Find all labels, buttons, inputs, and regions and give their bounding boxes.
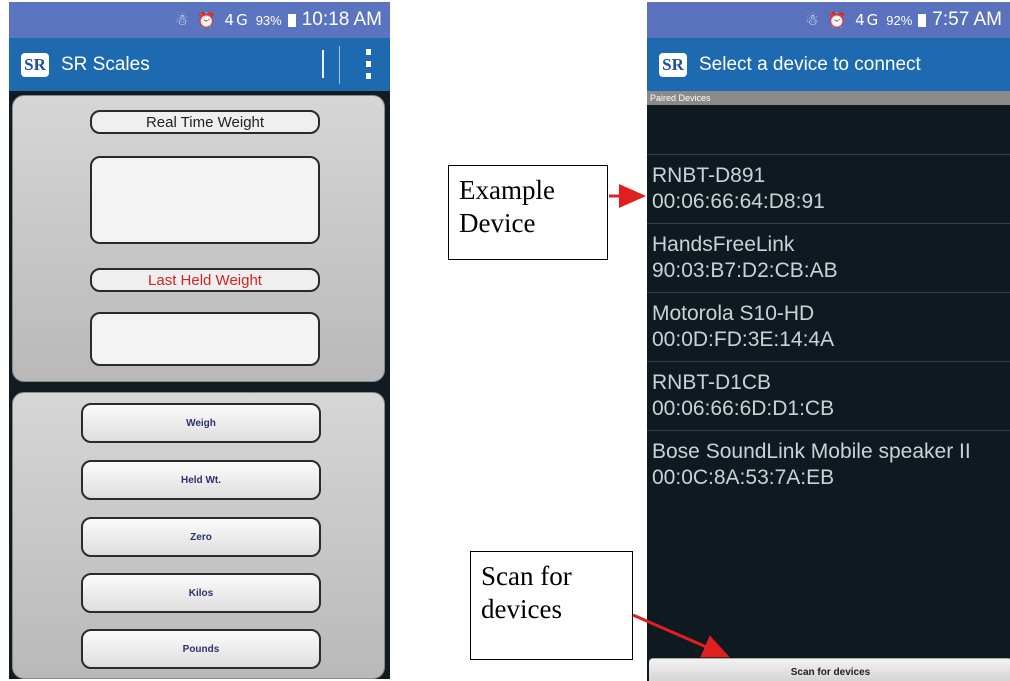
annotation-arrows (609, 184, 730, 658)
scan-button-arrow (632, 613, 730, 658)
